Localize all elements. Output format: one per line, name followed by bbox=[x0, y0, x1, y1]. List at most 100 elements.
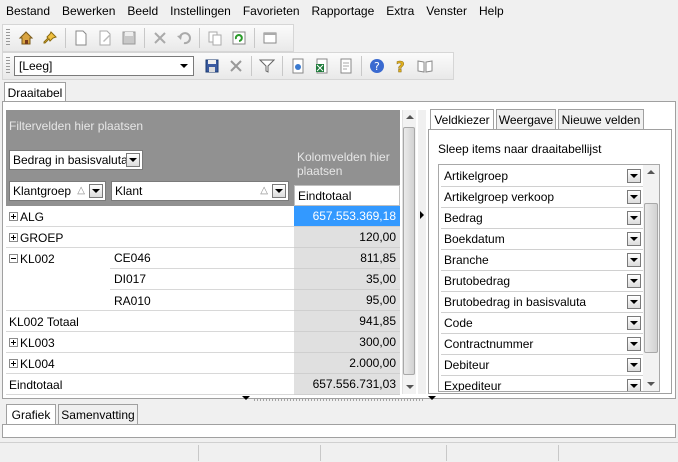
expand-icon[interactable] bbox=[9, 212, 18, 221]
value-cell[interactable]: 657.556.731,03 bbox=[294, 374, 400, 395]
pin-button[interactable] bbox=[39, 27, 61, 49]
tab-samenvatting[interactable]: Samenvatting bbox=[58, 404, 138, 424]
value-cell[interactable]: 941,85 bbox=[294, 311, 400, 332]
tab-grafiek[interactable]: Grafiek bbox=[6, 404, 56, 425]
horizontal-splitter[interactable] bbox=[240, 394, 438, 402]
chevron-down-icon[interactable] bbox=[627, 211, 641, 225]
collapse-icon[interactable] bbox=[9, 254, 18, 263]
scroll-thumb[interactable] bbox=[403, 127, 415, 375]
chevron-down-icon[interactable] bbox=[627, 274, 641, 288]
table-row[interactable]: DI017 35,00 bbox=[6, 269, 400, 290]
chevron-down-icon[interactable] bbox=[627, 358, 641, 372]
toolbar-grip[interactable] bbox=[6, 29, 10, 47]
table-row[interactable]: KL004 2.000,00 bbox=[6, 353, 400, 374]
column-drop-zone[interactable]: Kolomvelden hier plaatsen bbox=[297, 150, 397, 180]
chevron-down-icon[interactable] bbox=[627, 337, 641, 351]
table-row[interactable]: RA010 95,00 bbox=[6, 290, 400, 311]
tab-nieuwe-velden[interactable]: Nieuwe velden bbox=[558, 109, 644, 129]
scroll-down-icon[interactable] bbox=[644, 377, 658, 391]
chevron-down-icon[interactable] bbox=[627, 379, 641, 391]
scroll-up-icon[interactable] bbox=[403, 110, 417, 124]
window-button[interactable] bbox=[259, 27, 281, 49]
value-cell[interactable]: 300,00 bbox=[294, 332, 400, 353]
menu-help[interactable]: Help bbox=[473, 0, 510, 22]
menu-instellingen[interactable]: Instellingen bbox=[164, 0, 237, 22]
chevron-right-icon[interactable] bbox=[419, 210, 425, 220]
menu-bestand[interactable]: Bestand bbox=[0, 0, 56, 22]
row-field-klant[interactable]: Klant △ bbox=[111, 181, 289, 201]
group-cell[interactable]: GROEP bbox=[6, 227, 110, 248]
refresh-button[interactable] bbox=[228, 27, 250, 49]
list-item[interactable]: Artikelgroep bbox=[441, 166, 643, 187]
copy-button[interactable] bbox=[204, 27, 226, 49]
tab-veldkiezer[interactable]: Veldkiezer bbox=[430, 109, 494, 130]
group-cell[interactable]: KL003 bbox=[6, 332, 110, 353]
excel-button[interactable] bbox=[311, 55, 333, 77]
value-cell[interactable]: 811,85 bbox=[294, 248, 400, 269]
chevron-down-icon[interactable] bbox=[627, 232, 641, 246]
value-cell[interactable]: 95,00 bbox=[294, 290, 400, 311]
table-row[interactable]: Eindtotaal 657.556.731,03 bbox=[6, 374, 400, 395]
value-cell[interactable]: 35,00 bbox=[294, 269, 400, 290]
chevron-down-icon[interactable] bbox=[627, 295, 641, 309]
list-item[interactable]: Brutobedrag in basisvaluta bbox=[441, 292, 643, 313]
chevron-down-icon[interactable] bbox=[89, 184, 103, 198]
value-cell[interactable]: 657.553.369,18 bbox=[294, 206, 400, 227]
value-cell[interactable]: 120,00 bbox=[294, 227, 400, 248]
chevron-down-icon[interactable] bbox=[627, 169, 641, 183]
menu-bewerken[interactable]: Bewerken bbox=[56, 0, 121, 22]
delete-button[interactable] bbox=[149, 27, 171, 49]
data-field-bedrag[interactable]: Bedrag in basisvaluta bbox=[9, 150, 143, 170]
list-item[interactable]: Expediteur bbox=[441, 376, 643, 391]
scroll-up-icon[interactable] bbox=[644, 165, 658, 179]
manual-button[interactable] bbox=[414, 55, 436, 77]
save-layout-button[interactable] bbox=[201, 55, 223, 77]
list-item[interactable]: Code bbox=[441, 313, 643, 334]
new-button[interactable] bbox=[70, 27, 92, 49]
chevron-down-icon[interactable] bbox=[627, 253, 641, 267]
export-button[interactable] bbox=[287, 55, 309, 77]
expand-icon[interactable] bbox=[9, 359, 18, 368]
filter-button[interactable] bbox=[256, 55, 278, 77]
expand-icon[interactable] bbox=[9, 338, 18, 347]
help-button[interactable]: ? bbox=[366, 55, 388, 77]
list-item[interactable]: Debiteur bbox=[441, 355, 643, 376]
chevron-down-icon[interactable] bbox=[126, 153, 140, 167]
table-row[interactable]: GROEP 120,00 bbox=[6, 227, 400, 248]
tab-weergave[interactable]: Weergave bbox=[496, 109, 556, 129]
column-header-eindtotaal[interactable]: Eindtotaal bbox=[294, 185, 400, 206]
menu-rapportage[interactable]: Rapportage bbox=[306, 0, 381, 22]
menu-extra[interactable]: Extra bbox=[380, 0, 420, 22]
group-cell[interactable]: KL004 bbox=[6, 353, 110, 374]
tips-button[interactable]: ? bbox=[390, 55, 412, 77]
list-item[interactable]: Bedrag bbox=[441, 208, 643, 229]
list-item[interactable]: Brutobedrag bbox=[441, 271, 643, 292]
row-field-klantgroep[interactable]: Klantgroep △ bbox=[9, 181, 106, 201]
tab-draaitabel[interactable]: Draaitabel bbox=[4, 82, 66, 102]
home-button[interactable] bbox=[15, 27, 37, 49]
save-button[interactable] bbox=[118, 27, 140, 49]
list-item[interactable]: Contractnummer bbox=[441, 334, 643, 355]
expand-icon[interactable] bbox=[9, 233, 18, 242]
scroll-down-icon[interactable] bbox=[403, 380, 417, 394]
menu-venster[interactable]: Venster bbox=[420, 0, 473, 22]
table-row[interactable]: ALG 657.553.369,18 bbox=[6, 206, 400, 227]
list-item[interactable]: Boekdatum bbox=[441, 229, 643, 250]
chevron-down-icon[interactable] bbox=[627, 316, 641, 330]
list-item[interactable]: Branche bbox=[441, 250, 643, 271]
value-cell[interactable]: 2.000,00 bbox=[294, 353, 400, 374]
menu-favorieten[interactable]: Favorieten bbox=[237, 0, 306, 22]
menu-beeld[interactable]: Beeld bbox=[121, 0, 164, 22]
group-cell[interactable]: KL002 bbox=[6, 248, 110, 269]
toolbar-grip[interactable] bbox=[6, 57, 10, 75]
chevron-down-icon[interactable] bbox=[272, 184, 286, 198]
layout-select[interactable]: [Leeg] bbox=[14, 56, 194, 76]
table-row[interactable]: KL003 300,00 bbox=[6, 332, 400, 353]
edit-button[interactable] bbox=[94, 27, 116, 49]
vertical-splitter[interactable] bbox=[418, 110, 426, 394]
filter-drop-zone[interactable]: Filtervelden hier plaatsen bbox=[6, 110, 400, 144]
chevron-down-icon[interactable] bbox=[627, 190, 641, 204]
delete-layout-button[interactable] bbox=[225, 55, 247, 77]
scroll-thumb[interactable] bbox=[644, 203, 658, 353]
group-cell[interactable]: ALG bbox=[6, 206, 110, 227]
